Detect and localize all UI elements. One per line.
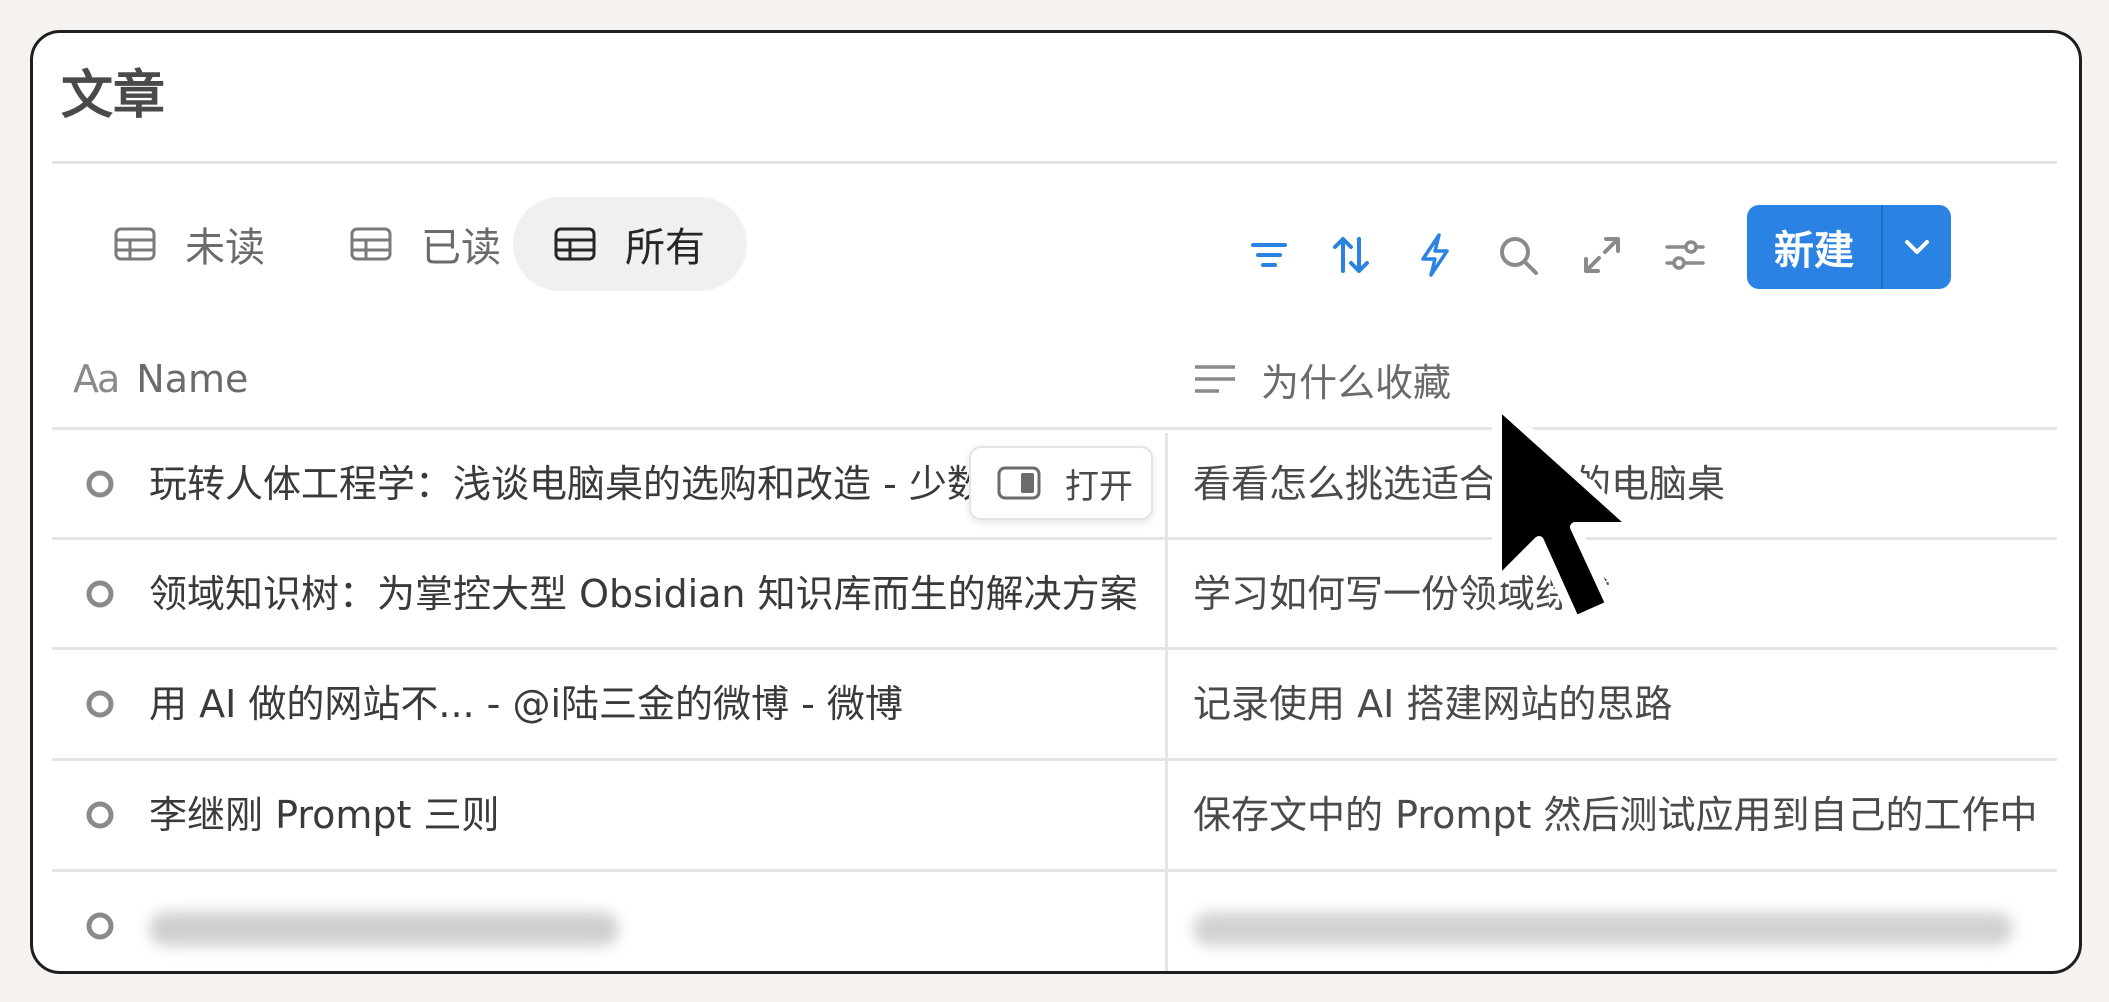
page-title: 文章 bbox=[61, 66, 166, 126]
sort-button[interactable] bbox=[1327, 231, 1375, 279]
table-row[interactable]: 领域知识树：为掌控大型 Obsidian 知识库而生的解决方案 学习如何写一份领… bbox=[33, 539, 2079, 649]
tab-read[interactable]: 已读 bbox=[323, 197, 515, 291]
database-card: 文章 未读 已读 所有 新建 Aa Name 为什么收藏 玩转人体工程学：浅谈电… bbox=[30, 30, 2082, 974]
tab-unread[interactable]: 未读 bbox=[83, 197, 279, 291]
filter-icon bbox=[1251, 243, 1287, 267]
row-name[interactable]: 领域知识树：为掌控大型 Obsidian 知识库而生的解决方案 bbox=[149, 539, 1159, 649]
search-icon bbox=[1500, 237, 1538, 275]
new-dropdown-button[interactable] bbox=[1883, 205, 1951, 289]
table-row[interactable]: 用 AI 做的网站不... - @i陆三金的微博 - 微博 记录使用 AI 搭建… bbox=[33, 649, 2079, 759]
expand-button[interactable] bbox=[1578, 231, 1626, 279]
text-property-icon: Aa bbox=[73, 357, 120, 401]
search-button[interactable] bbox=[1494, 231, 1542, 279]
row-why[interactable]: 学习如何写一份领域综述 bbox=[1193, 539, 2055, 649]
column-label: Name bbox=[136, 357, 249, 401]
chevron-down-icon bbox=[1905, 240, 1929, 254]
row-why[interactable]: 保存文中的 Prompt 然后测试应用到自己的工作中 bbox=[1193, 760, 2055, 870]
text-lines-icon bbox=[1195, 365, 1235, 393]
row-why[interactable]: 记录使用 AI 搭建网站的思路 bbox=[1193, 649, 2055, 759]
settings-button[interactable] bbox=[1661, 231, 1709, 279]
expand-icon bbox=[1584, 237, 1620, 273]
column-header-name[interactable]: Aa Name bbox=[73, 349, 248, 409]
sort-icon bbox=[1333, 237, 1369, 273]
lightning-icon bbox=[1421, 233, 1449, 277]
table-icon bbox=[114, 227, 156, 261]
open-label: 打开 bbox=[1065, 466, 1133, 507]
table-icon bbox=[554, 227, 596, 261]
circle-icon bbox=[86, 801, 114, 829]
side-peek-icon bbox=[997, 466, 1041, 500]
circle-icon bbox=[86, 690, 114, 718]
filter-button[interactable] bbox=[1245, 231, 1293, 279]
title-divider bbox=[52, 161, 2057, 164]
tab-label: 所有 bbox=[625, 225, 705, 271]
new-button[interactable]: 新建 bbox=[1747, 205, 1881, 289]
column-header-why[interactable]: 为什么收藏 bbox=[1193, 349, 1451, 409]
row-name[interactable]: 李继刚 Prompt 三则 bbox=[149, 760, 1159, 870]
open-row-button[interactable]: 打开 bbox=[969, 446, 1153, 520]
row-why[interactable]: 看看怎么挑选适合自己的电脑桌 bbox=[1193, 429, 2055, 539]
column-label: 为什么收藏 bbox=[1261, 360, 1452, 405]
row-name-redacted[interactable] bbox=[149, 871, 1159, 971]
tab-label: 未读 bbox=[185, 225, 265, 271]
circle-icon bbox=[86, 470, 114, 498]
circle-icon bbox=[86, 580, 114, 608]
circle-icon bbox=[86, 912, 114, 940]
table-row[interactable]: 李继刚 Prompt 三则 保存文中的 Prompt 然后测试应用到自己的工作中 bbox=[33, 760, 2079, 870]
table-icon bbox=[350, 227, 392, 261]
table-row[interactable] bbox=[33, 871, 2079, 971]
sliders-icon bbox=[1665, 240, 1705, 270]
row-why-redacted[interactable] bbox=[1193, 871, 2055, 971]
row-name[interactable]: 用 AI 做的网站不... - @i陆三金的微博 - 微博 bbox=[149, 649, 1159, 759]
tab-all[interactable]: 所有 bbox=[513, 197, 747, 291]
automation-button[interactable] bbox=[1411, 231, 1459, 279]
tab-label: 已读 bbox=[421, 225, 501, 271]
new-button-group: 新建 bbox=[1747, 205, 1951, 289]
